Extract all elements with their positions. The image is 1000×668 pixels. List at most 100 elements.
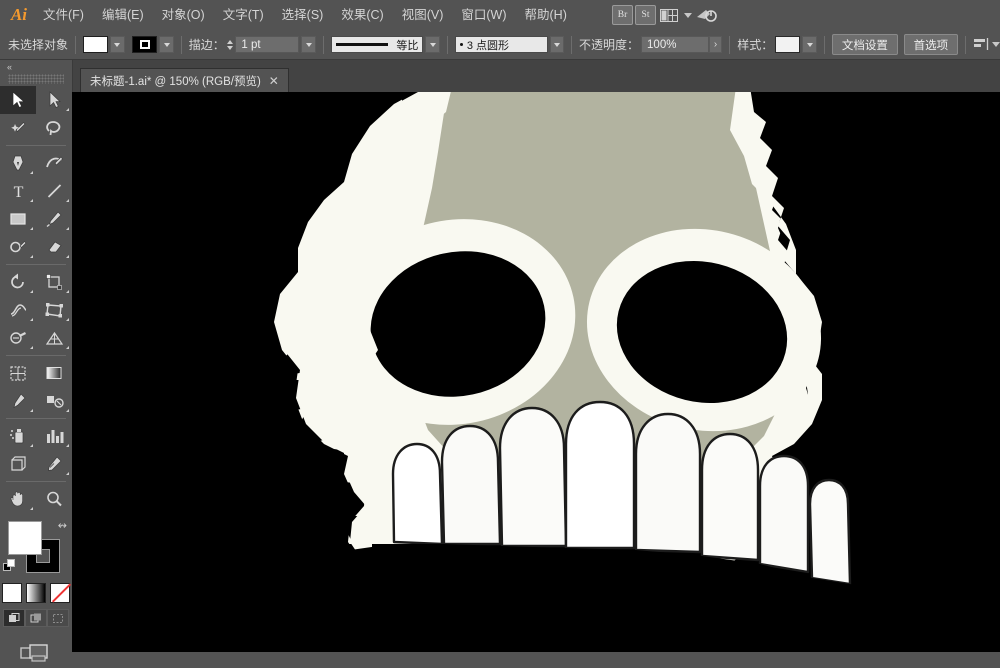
stroke-color-swatch[interactable]: [132, 36, 157, 53]
toolbar-collapse-icon[interactable]: «: [0, 60, 72, 74]
draw-normal-button[interactable]: [3, 609, 25, 627]
column-graph-tool[interactable]: [36, 422, 72, 450]
paint-mode-row: [0, 583, 72, 603]
menu-help[interactable]: 帮助(H): [516, 0, 576, 30]
tooth-6: [702, 434, 758, 560]
color-mode-button[interactable]: [2, 583, 22, 603]
paintbrush-tool[interactable]: [36, 205, 72, 233]
stroke-weight-chevron-down-icon[interactable]: [301, 36, 316, 53]
graphic-style-swatch[interactable]: [775, 36, 800, 53]
toolbar-drag-handle[interactable]: [8, 74, 64, 84]
free-transform-tool[interactable]: [36, 296, 72, 324]
toolbar-fill-swatch[interactable]: [8, 521, 42, 555]
tool-group-corner-icon: [66, 199, 69, 202]
shape-builder-tool[interactable]: [0, 324, 36, 352]
lasso-tool[interactable]: [36, 114, 72, 142]
brush-definition-chevron-down-icon[interactable]: [550, 36, 565, 53]
menu-type[interactable]: 文字(T): [214, 0, 273, 30]
stock-icon[interactable]: St: [635, 5, 656, 25]
search-adobe-stock-icon[interactable]: [694, 5, 720, 25]
menu-select[interactable]: 选择(S): [273, 0, 333, 30]
curvature-tool[interactable]: [36, 149, 72, 177]
rectangle-tool[interactable]: [0, 205, 36, 233]
magic-wand-tool[interactable]: [0, 114, 36, 142]
selection-tool[interactable]: [0, 86, 36, 114]
screen-mode-row: [0, 643, 72, 668]
slice-tool[interactable]: [36, 450, 72, 478]
preferences-button[interactable]: 首选项: [904, 34, 959, 55]
tool-group-corner-icon: [30, 444, 33, 447]
tools-panel: «: [0, 60, 73, 652]
symbol-sprayer-tool[interactable]: [0, 422, 36, 450]
stroke-weight-stepper[interactable]: [225, 36, 236, 53]
menu-file[interactable]: 文件(F): [34, 0, 93, 30]
eyedropper-tool[interactable]: [0, 387, 36, 415]
menu-edit[interactable]: 编辑(E): [93, 0, 153, 30]
menu-window[interactable]: 窗口(W): [452, 0, 515, 30]
document-tab[interactable]: 未标题-1.ai* @ 150% (RGB/预览) ✕: [80, 68, 289, 92]
pen-tool[interactable]: [0, 149, 36, 177]
stroke-profile-select[interactable]: 等比: [331, 36, 424, 53]
artboard-tool[interactable]: [0, 450, 36, 478]
skull-illustration: [72, 92, 1000, 652]
drawing-mode-row: [0, 609, 72, 627]
rotate-tool[interactable]: [0, 268, 36, 296]
menu-object[interactable]: 对象(O): [153, 0, 214, 30]
draw-behind-button[interactable]: [25, 609, 47, 627]
stroke-profile-chevron-down-icon[interactable]: [425, 36, 440, 53]
menu-effect[interactable]: 效果(C): [332, 0, 392, 30]
opacity-input[interactable]: 100%: [641, 36, 709, 53]
fill-color-swatch[interactable]: [83, 36, 108, 53]
tool-group-corner-icon: [30, 507, 33, 510]
brush-definition-label: 3 点圆形: [467, 37, 509, 53]
gradient-tool[interactable]: [36, 359, 72, 387]
tooth-1: [393, 444, 442, 544]
swap-fill-stroke-icon[interactable]: ↭: [58, 519, 67, 532]
tool-divider-4: [6, 418, 66, 419]
opacity-expand-icon[interactable]: ›: [709, 36, 723, 53]
hand-tool[interactable]: [0, 485, 36, 513]
style-label: 样式：: [737, 36, 773, 53]
tool-group-corner-icon: [30, 318, 33, 321]
style-chevron-down-icon[interactable]: [802, 36, 817, 53]
scale-tool[interactable]: [36, 268, 72, 296]
eraser-tool[interactable]: [36, 233, 72, 261]
close-icon[interactable]: ✕: [269, 75, 279, 87]
document-setup-button[interactable]: 文档设置: [832, 34, 898, 55]
none-mode-button[interactable]: [50, 583, 70, 603]
menu-view[interactable]: 视图(V): [393, 0, 453, 30]
workspace-chevron-down-icon[interactable]: [684, 13, 692, 18]
blend-tool[interactable]: [36, 387, 72, 415]
stroke-weight-input[interactable]: 1 pt: [235, 36, 299, 53]
line-segment-tool[interactable]: [36, 177, 72, 205]
bridge-icon[interactable]: Br: [612, 5, 633, 25]
align-chevron-down-icon[interactable]: [992, 42, 1000, 47]
control-divider-8: [965, 36, 966, 54]
tool-group-corner-icon: [30, 171, 33, 174]
draw-inside-button[interactable]: [47, 609, 69, 627]
screen-mode-icon[interactable]: [20, 643, 52, 668]
zoom-tool[interactable]: [36, 485, 72, 513]
tool-divider-2: [6, 264, 66, 265]
perspective-grid-tool[interactable]: [36, 324, 72, 352]
document-canvas[interactable]: [72, 92, 1000, 652]
right-black-area: [842, 92, 1000, 652]
type-tool[interactable]: T: [0, 177, 36, 205]
direct-selection-tool[interactable]: [36, 86, 72, 114]
control-divider-7: [824, 36, 825, 54]
tool-group-corner-icon: [66, 444, 69, 447]
tool-grid: T: [0, 86, 72, 513]
tool-group-corner-icon: [66, 318, 69, 321]
brush-definition-select[interactable]: 3 点圆形: [455, 36, 548, 53]
shaper-tool[interactable]: [0, 233, 36, 261]
mesh-tool[interactable]: [0, 359, 36, 387]
width-tool[interactable]: [0, 296, 36, 324]
stroke-chevron-down-icon[interactable]: [159, 36, 174, 53]
fill-chevron-down-icon[interactable]: [110, 36, 125, 53]
illustrator-window: Ai 文件(F) 编辑(E) 对象(O) 文字(T) 选择(S) 效果(C) 视…: [0, 0, 1000, 652]
gradient-mode-button[interactable]: [26, 583, 46, 603]
workspace-layout-icon[interactable]: [658, 7, 680, 23]
align-options-icon[interactable]: [973, 37, 990, 52]
control-divider-3: [323, 36, 324, 54]
default-fill-stroke-icon[interactable]: [3, 559, 16, 572]
